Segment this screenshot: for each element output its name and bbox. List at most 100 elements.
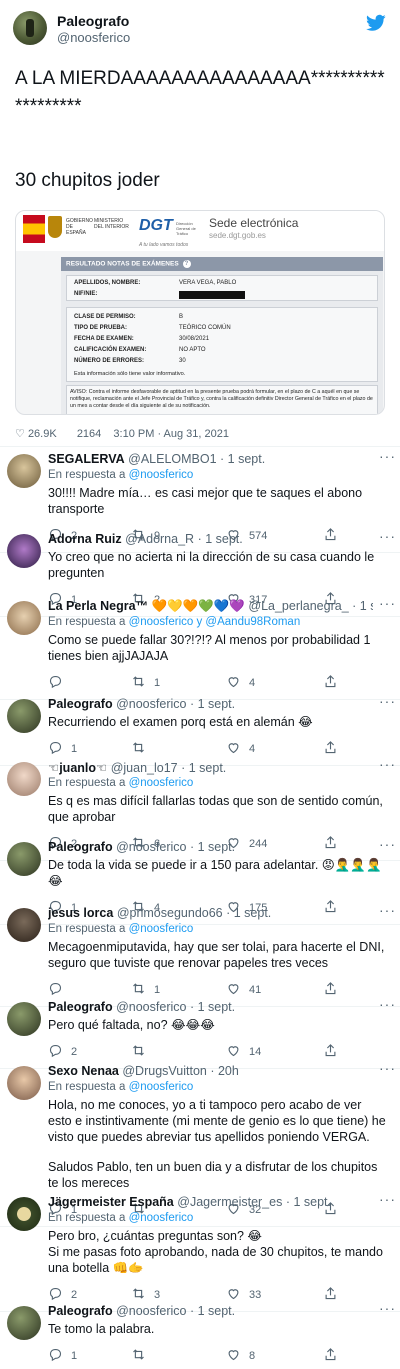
author-name[interactable]: Paleografo <box>57 13 129 29</box>
reply-author-name[interactable]: jesus lorca <box>48 906 113 920</box>
reply-avatar[interactable] <box>7 1197 41 1231</box>
reply-mention[interactable]: @noosferico <box>129 923 194 935</box>
reply-author-name[interactable]: Sexo Nenaa <box>48 1064 119 1078</box>
reply-avatar[interactable] <box>7 762 41 796</box>
reply-author-name[interactable]: Paleografo <box>48 697 113 711</box>
reply-avatar[interactable] <box>7 601 41 635</box>
reply-author-name[interactable]: SEGALERVA <box>48 452 125 466</box>
share-button[interactable] <box>323 1043 338 1061</box>
reply-tweet[interactable]: Paleografo @noosferico · 1 sept. ··· Pero… <box>0 996 400 1069</box>
share-button[interactable] <box>323 1286 338 1304</box>
twitter-bird-icon[interactable] <box>366 14 386 32</box>
reply-button[interactable] <box>48 674 71 692</box>
reply-author-handle[interactable]: @La_perlanegra_ <box>248 599 348 613</box>
retweet-button[interactable] <box>131 740 154 758</box>
reply-mention[interactable]: @noosferico <box>129 1212 194 1224</box>
reply-tweet[interactable]: jesus lorca @primosegundo66 · 1 sept. ··… <box>0 902 400 1007</box>
reply-date[interactable]: · 1 sept. <box>190 697 235 711</box>
author-avatar[interactable] <box>13 11 47 45</box>
more-icon[interactable]: ··· <box>379 1191 396 1207</box>
reply-author-handle[interactable]: @noosferico <box>116 697 186 711</box>
reply-button[interactable]: 1 <box>48 740 77 758</box>
reply-avatar[interactable] <box>7 1066 41 1100</box>
reply-author-handle[interactable]: @Adorna_R <box>125 532 194 546</box>
reply-date[interactable]: · 1 sept. <box>352 599 373 613</box>
reply-avatar[interactable] <box>7 534 41 568</box>
more-icon[interactable]: ··· <box>379 528 396 544</box>
more-icon[interactable]: ··· <box>379 1300 396 1316</box>
retweet-button[interactable]: 1 <box>131 981 160 999</box>
share-button[interactable] <box>323 981 338 999</box>
reply-avatar[interactable] <box>7 454 41 488</box>
more-icon[interactable]: ··· <box>379 996 396 1012</box>
share-button[interactable] <box>323 740 338 758</box>
like-button[interactable]: 8 <box>226 1347 255 1365</box>
reply-author-handle[interactable]: @noosferico <box>116 840 186 854</box>
reply-author-handle[interactable]: @Jagermeister_es <box>177 1195 282 1209</box>
reply-button[interactable]: 2 <box>48 1043 77 1061</box>
reply-date[interactable]: · 1 sept. <box>226 906 271 920</box>
tweet-timestamp[interactable]: 3:10 PM · Aug 31, 2021 <box>113 428 229 440</box>
reply-avatar[interactable] <box>7 1002 41 1036</box>
reply-button[interactable]: 1 <box>48 1347 77 1365</box>
like-button[interactable]: 4 <box>226 674 255 692</box>
reply-avatar[interactable] <box>7 908 41 942</box>
like-button[interactable]: 41 <box>226 981 261 999</box>
heart-icon[interactable]: ♡ <box>15 427 25 440</box>
reply-button[interactable] <box>48 981 71 999</box>
reply-tweet[interactable]: Paleografo @noosferico · 1 sept. ··· Te t… <box>0 1300 400 1369</box>
more-icon[interactable]: ··· <box>379 902 396 918</box>
reply-tweet[interactable]: Jägermeister España @Jagermeister_es · 1… <box>0 1191 400 1312</box>
reply-author-name[interactable]: Paleografo <box>48 1000 113 1014</box>
reply-mention[interactable]: @noosferico y @Aandu98Roman <box>129 616 301 628</box>
reply-author-name[interactable]: Jägermeister España <box>48 1195 174 1209</box>
reply-avatar[interactable] <box>7 1306 41 1340</box>
reply-date[interactable]: · 1 sept. <box>198 532 243 546</box>
retweet-button[interactable] <box>131 1043 154 1061</box>
reply-mention[interactable]: @noosferico <box>129 777 194 789</box>
reply-author-name[interactable]: Paleografo <box>48 1304 113 1318</box>
reply-author-handle[interactable]: @noosferico <box>116 1304 186 1318</box>
reply-author-name[interactable]: La Perla Negra™ 🧡💛🧡💚💙💜 <box>48 599 245 613</box>
reply-mention[interactable]: @noosferico <box>129 469 194 481</box>
reply-avatar[interactable] <box>7 842 41 876</box>
retweet-button[interactable] <box>131 1347 154 1365</box>
reply-author-name[interactable]: ☜juanlo☜ <box>48 761 107 775</box>
reply-tweet[interactable]: Paleografo @noosferico · 1 sept. ··· Recu… <box>0 693 400 766</box>
reply-date[interactable]: · 1 sept. <box>286 1195 331 1209</box>
retweet-button[interactable]: 3 <box>131 1286 160 1304</box>
reply-author-name[interactable]: Paleografo <box>48 840 113 854</box>
reply-avatar[interactable] <box>7 699 41 733</box>
reply-button[interactable]: 2 <box>48 1286 77 1304</box>
reply-date[interactable]: · 1 sept. <box>190 1000 235 1014</box>
reply-author-handle[interactable]: @ALELOMBO1 <box>128 452 216 466</box>
like-button[interactable]: 4 <box>226 740 255 758</box>
more-icon[interactable]: ··· <box>379 1060 396 1076</box>
retweet-count[interactable]: 2164 <box>77 428 101 440</box>
reply-date[interactable]: · 20h <box>210 1064 239 1078</box>
like-button[interactable]: 14 <box>226 1043 261 1061</box>
reply-date[interactable]: · 1 sept. <box>181 761 226 775</box>
reply-author-handle[interactable]: @noosferico <box>116 1000 186 1014</box>
more-icon[interactable]: ··· <box>379 448 396 464</box>
more-icon[interactable]: ··· <box>379 595 396 611</box>
reply-author-handle[interactable]: @DrugsVuitton <box>122 1064 207 1078</box>
like-button[interactable]: 33 <box>226 1286 261 1304</box>
share-button[interactable] <box>323 1347 338 1365</box>
reply-author-handle[interactable]: @primosegundo66 <box>117 906 223 920</box>
reply-date[interactable]: · 1 sept. <box>190 1304 235 1318</box>
tweet-image[interactable]: GOBIERNO DE ESPAÑA MINISTERIO DEL INTERI… <box>15 210 385 415</box>
retweet-button[interactable]: 1 <box>131 674 160 692</box>
more-icon[interactable]: ··· <box>379 836 396 852</box>
reply-date[interactable]: · 1 sept. <box>220 452 265 466</box>
more-icon[interactable]: ··· <box>379 756 396 772</box>
reply-tweet[interactable]: La Perla Negra™ 🧡💛🧡💚💙💜 @La_perlanegra_ ·… <box>0 595 400 700</box>
share-button[interactable] <box>323 674 338 692</box>
more-icon[interactable]: ··· <box>379 693 396 709</box>
like-count[interactable]: 26.9K <box>28 428 57 440</box>
author-handle[interactable]: @noosferico <box>57 30 130 45</box>
reply-author-handle[interactable]: @juan_lo17 <box>111 761 178 775</box>
reply-mention[interactable]: @noosferico <box>129 1081 194 1093</box>
reply-author-name[interactable]: Adorna Ruiz <box>48 532 122 546</box>
reply-date[interactable]: · 1 sept. <box>190 840 235 854</box>
